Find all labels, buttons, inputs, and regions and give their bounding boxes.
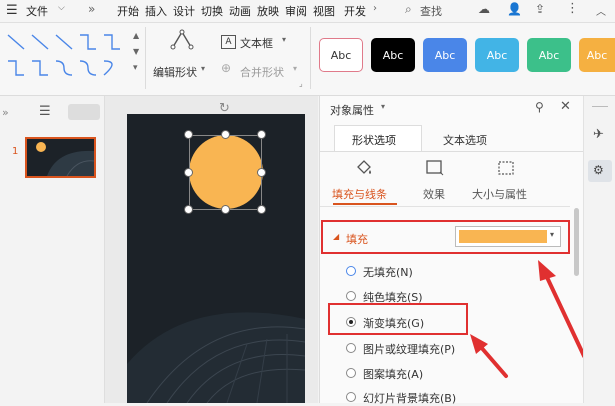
menu-review[interactable]: 审阅 [285,3,307,19]
option-pattern-fill[interactable]: 图案填充(A) [363,366,423,382]
subtab-size-properties[interactable]: 大小与属性 [472,186,527,202]
menu-animation[interactable]: 动画 [229,3,251,19]
search-icon: ⌕ [405,2,412,16]
slide-thumbnail[interactable] [25,137,96,178]
gallery-expand-icon[interactable]: ▾ [133,63,138,73]
resize-handle[interactable] [221,205,230,214]
panel-title[interactable]: 对象属性 [330,102,374,118]
more-options-icon[interactable]: ⋮ [566,1,579,16]
radio-pattern-fill[interactable] [346,368,356,378]
connector-gallery[interactable] [4,31,132,79]
textbox-icon: A [221,35,236,49]
shape-style-orange[interactable]: Abc [579,38,615,72]
tab-divider [320,151,583,152]
pin-icon[interactable]: ⚲ [535,100,544,114]
annotation-arrows [470,260,583,378]
right-tool-strip: ✈ ⚙ [583,96,615,403]
menu-insert[interactable]: 插入 [145,3,167,19]
textbox-button[interactable]: 文本框 [240,35,273,51]
collapse-pane-icon[interactable]: » [2,106,9,119]
chevron-down-icon[interactable]: ▾ [282,35,286,44]
subtab-divider [320,206,570,207]
shape-style-white[interactable]: Abc [319,38,363,72]
size-icon [498,161,514,175]
edit-shape-button[interactable]: 编辑形状 [153,64,197,80]
radio-no-fill[interactable] [346,266,356,276]
more-icon[interactable]: » [88,2,95,16]
chevron-down-icon[interactable]: ⌵ [58,3,65,13]
close-icon[interactable]: ✕ [560,99,571,114]
chevron-down-icon[interactable]: ▾ [381,102,385,111]
hamburger-icon[interactable]: ☰ [6,3,18,18]
shape-style-cyan[interactable]: Abc [475,38,519,72]
ribbon: ▲ ▼ ▾ 编辑形状 ▾ A 文本框 ▾ ⊕ 合并形状 ▾ ⌟ Abc Abc … [0,23,615,96]
slide-view-icon[interactable] [68,104,100,120]
dialog-launcher-icon[interactable]: ⌟ [299,79,303,88]
menu-bar: ☰ 文件 ⌵ » 开始 插入 设计 切换 动画 放映 审阅 视图 开发 › ⌕ … [0,0,615,23]
subtab-underline [333,203,397,205]
gradient-highlight-box [328,303,468,335]
resize-handle[interactable] [257,130,266,139]
effects-icon [426,160,444,176]
option-no-fill[interactable]: 无填充(N) [363,264,413,280]
radio-slide-bg-fill[interactable] [346,392,356,402]
selection-frame [189,135,262,210]
gallery-up-icon[interactable]: ▲ [133,31,139,40]
subtab-fill-line[interactable]: 填充与线条 [332,186,387,202]
slide-thumbnail-pane: » ☰ 1 [0,96,105,403]
menu-design[interactable]: 设计 [173,3,195,19]
tab-text-options[interactable]: 文本选项 [443,132,487,148]
rotate-handle-icon[interactable]: ↻ [219,101,230,116]
shape-style-black[interactable]: Abc [371,38,415,72]
rocket-icon[interactable]: ✈ [593,127,604,142]
radio-solid-fill[interactable] [346,291,356,301]
chevron-down-icon[interactable]: ▾ [201,64,205,73]
file-menu[interactable]: 文件 [26,3,48,19]
menu-view[interactable]: 视图 [313,3,335,19]
tab-shape-label: 形状选项 [352,134,396,147]
menu-slideshow[interactable]: 放映 [257,3,279,19]
fill-highlight-box [321,220,570,254]
chevron-right-icon[interactable]: › [373,3,377,14]
menu-start[interactable]: 开始 [117,3,139,19]
slide-number: 1 [12,146,19,157]
edit-shape-icon[interactable] [170,29,194,51]
radio-picture-fill[interactable] [346,343,356,353]
sliders-icon: ⚙ [593,163,604,177]
merge-shape-button[interactable]: 合并形状 [240,64,284,80]
strip-divider [592,106,608,107]
menu-transition[interactable]: 切换 [201,3,223,19]
collapse-ribbon-icon[interactable]: ︿ [596,3,606,18]
option-picture-fill[interactable]: 图片或纹理填充(P) [363,341,455,357]
resize-handle[interactable] [221,130,230,139]
menu-developer[interactable]: 开发 [344,3,366,19]
export-icon[interactable]: ⇪ [535,2,545,16]
search-label[interactable]: 查找 [420,3,442,19]
outline-view-icon[interactable]: ☰ [39,104,51,119]
share-user-icon[interactable]: 👤 [507,2,522,16]
option-slide-bg-fill[interactable]: 幻灯片背景填充(B) [363,390,456,406]
shape-style-blue[interactable]: Abc [423,38,467,72]
chevron-down-icon[interactable]: ▾ [293,64,297,73]
gallery-down-icon[interactable]: ▼ [133,47,139,56]
object-properties-panel: 对象属性 ▾ ⚲ ✕ 形状选项 文本选项 填充与线条 效果 大小与属性 ◢ 填充… [319,96,583,406]
resize-handle[interactable] [184,130,193,139]
resize-handle[interactable] [257,205,266,214]
merge-shape-icon: ⊕ [221,61,232,75]
fill-bucket-icon [357,160,371,174]
shape-style-green[interactable]: Abc [527,38,571,72]
subtab-effects[interactable]: 效果 [423,186,445,202]
resize-handle[interactable] [257,168,266,177]
cloud-icon[interactable]: ☁ [478,2,490,16]
resize-handle[interactable] [184,205,193,214]
resize-handle[interactable] [184,168,193,177]
